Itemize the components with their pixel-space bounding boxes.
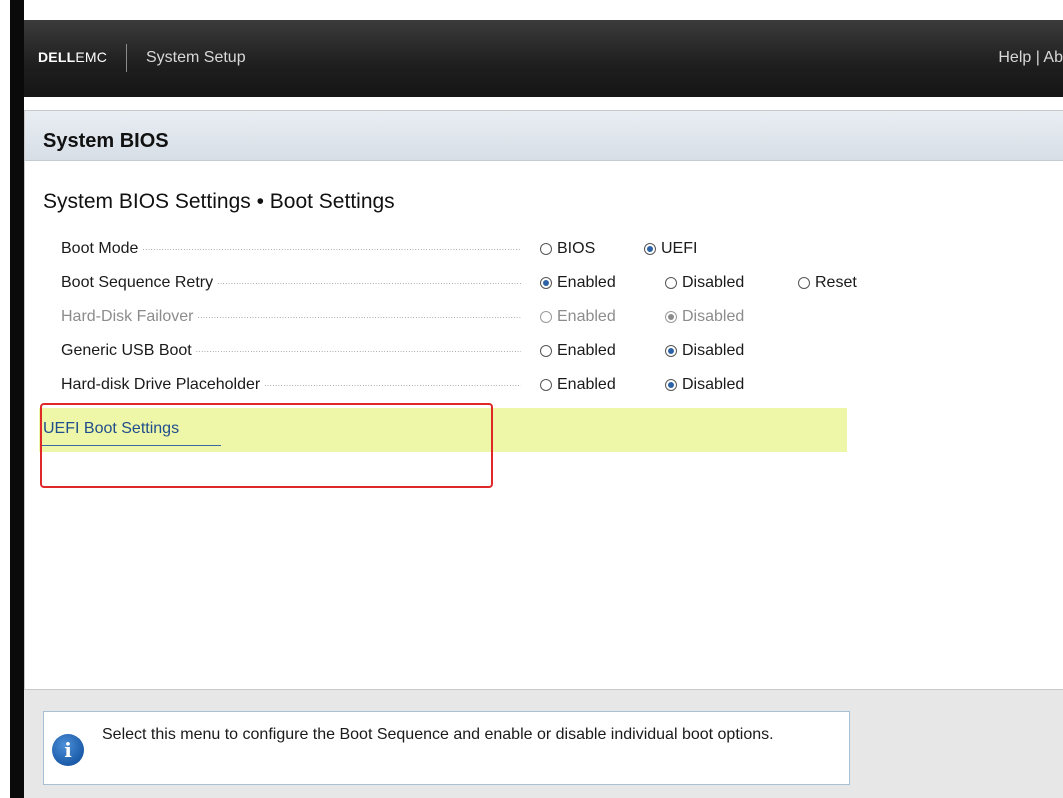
radio-selected-icon — [665, 345, 677, 357]
panel-title-bar: System BIOS — [25, 111, 1063, 161]
help-text: Select this menu to configure the Boot S… — [102, 726, 774, 743]
option-label: Enabled — [557, 274, 616, 291]
logo-emc-text: EMC — [75, 49, 108, 65]
setting-row-hdd-placeholder: Hard-disk Drive Placeholder Enabled Disa… — [61, 374, 861, 398]
radio-hdd-placeholder-disabled[interactable]: Disabled — [665, 376, 744, 394]
radio-selected-icon — [665, 311, 677, 323]
setting-label: Boot Mode — [61, 240, 521, 258]
option-label: Enabled — [557, 308, 616, 325]
setting-label: Hard-Disk Failover — [61, 308, 521, 326]
radio-icon — [665, 277, 677, 289]
radio-icon — [540, 243, 552, 255]
header-divider — [126, 44, 127, 72]
radio-boot-mode-bios[interactable]: BIOS — [540, 240, 595, 258]
uefi-boot-settings-link[interactable]: UEFI Boot Settings — [43, 420, 179, 438]
radio-icon — [540, 311, 552, 323]
help-info-box: i Select this menu to configure the Boot… — [43, 711, 850, 785]
radio-boot-retry-enabled[interactable]: Enabled — [540, 274, 616, 292]
help-about-links[interactable]: Help | Ab — [998, 49, 1063, 67]
radio-icon — [798, 277, 810, 289]
radio-boot-retry-disabled[interactable]: Disabled — [665, 274, 744, 292]
setting-label: Generic USB Boot — [61, 342, 521, 360]
section-title: System BIOS Settings • Boot Settings — [43, 190, 395, 213]
option-label: UEFI — [661, 240, 698, 257]
top-header: DELLEMC System Setup Help | Ab — [24, 20, 1063, 97]
setting-label: Boot Sequence Retry — [61, 274, 521, 292]
radio-boot-mode-uefi[interactable]: UEFI — [644, 240, 697, 258]
radio-selected-icon — [644, 243, 656, 255]
window-left-edge — [10, 0, 24, 798]
system-bios-panel: System BIOS System BIOS Settings • Boot … — [24, 110, 1063, 690]
option-label: Enabled — [557, 376, 616, 393]
page-title: System BIOS — [43, 130, 169, 152]
submenu-uefi-boot-settings[interactable]: UEFI Boot Settings — [39, 408, 847, 452]
radio-icon — [540, 379, 552, 391]
setting-label: Hard-disk Drive Placeholder — [61, 376, 521, 394]
setting-row-boot-mode: Boot Mode BIOS UEFI — [61, 238, 861, 262]
radio-usb-boot-enabled[interactable]: Enabled — [540, 342, 616, 360]
info-icon: i — [52, 734, 84, 766]
radio-selected-icon — [665, 379, 677, 391]
option-label: Disabled — [682, 308, 745, 325]
radio-hdd-failover-enabled: Enabled — [540, 308, 616, 326]
option-label: Disabled — [682, 342, 745, 359]
option-label: Enabled — [557, 342, 616, 359]
setting-row-generic-usb-boot: Generic USB Boot Enabled Disabled — [61, 340, 861, 364]
option-label: Reset — [815, 274, 857, 291]
logo-dell-text: DELL — [38, 49, 76, 65]
radio-usb-boot-disabled[interactable]: Disabled — [665, 342, 744, 360]
radio-hdd-placeholder-enabled[interactable]: Enabled — [540, 376, 616, 394]
option-label: BIOS — [557, 240, 596, 257]
setting-row-boot-sequence-retry: Boot Sequence Retry Enabled Disabled Res… — [61, 272, 861, 296]
app-title: System Setup — [146, 49, 246, 66]
dell-emc-logo: DELLEMC — [38, 49, 107, 65]
submenu-underline — [41, 445, 221, 446]
setting-row-hard-disk-failover: Hard-Disk Failover Enabled Disabled — [61, 306, 861, 330]
radio-hdd-failover-disabled: Disabled — [665, 308, 744, 326]
radio-icon — [540, 345, 552, 357]
radio-selected-icon — [540, 277, 552, 289]
option-label: Disabled — [682, 274, 745, 291]
radio-boot-retry-reset[interactable]: Reset — [798, 274, 857, 292]
option-label: Disabled — [682, 376, 745, 393]
